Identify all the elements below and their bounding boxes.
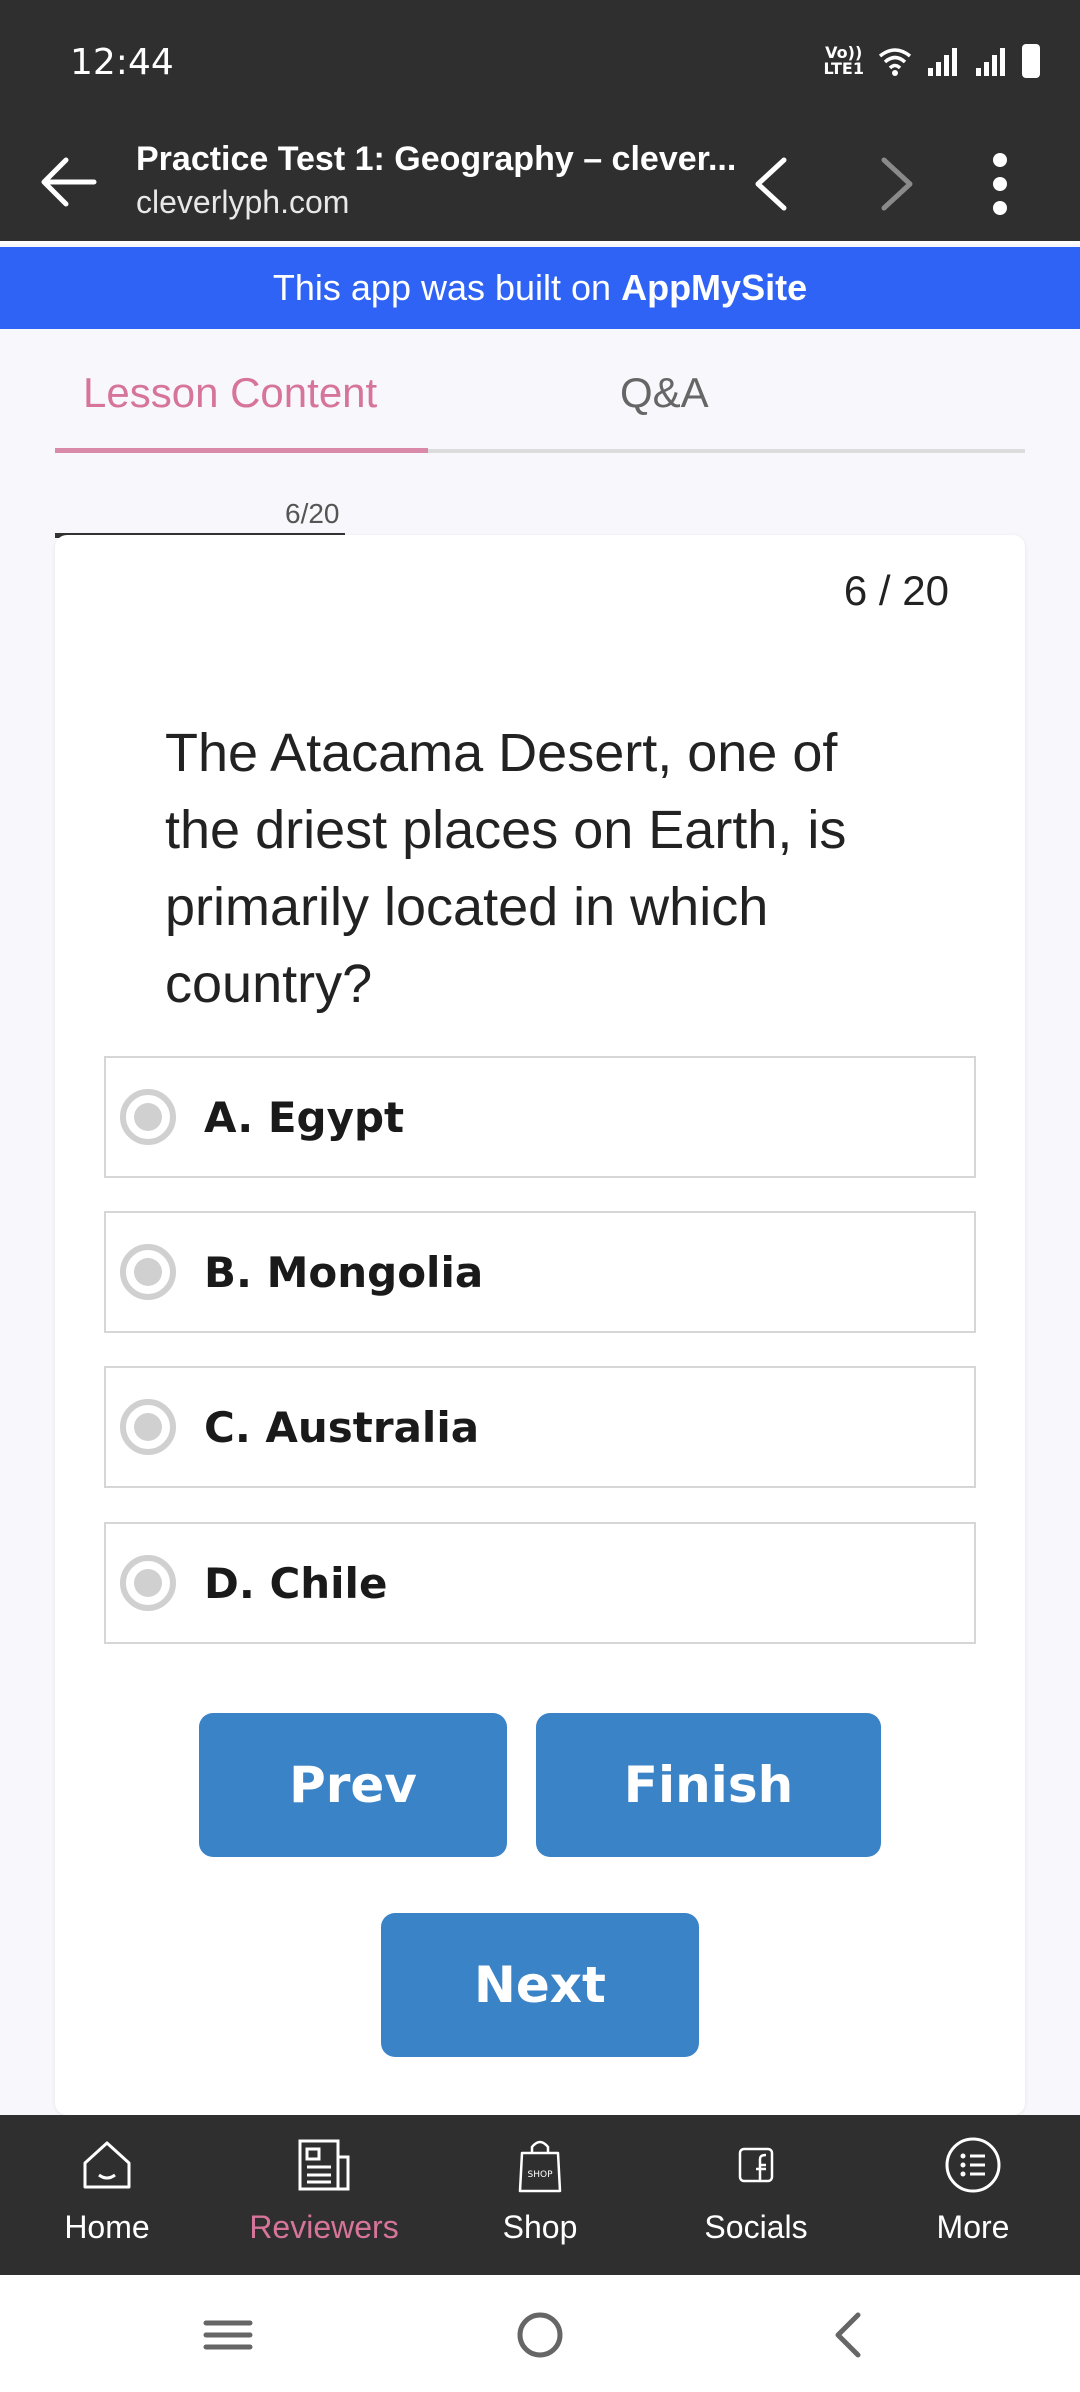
question-counter: 6 / 20	[843, 567, 949, 614]
nav-item-more[interactable]: More	[873, 2135, 1073, 2246]
nav-label: More	[936, 2209, 1010, 2245]
nav-item-reviewers[interactable]: Reviewers	[224, 2135, 424, 2246]
more-options-icon[interactable]	[982, 150, 1018, 218]
quiz-progress: 6/20	[55, 498, 345, 538]
finish-button[interactable]: Finish	[536, 1713, 881, 1857]
nav-label: Shop	[502, 2209, 578, 2245]
home-icon	[83, 2141, 131, 2189]
nav-item-socials[interactable]: Socials	[656, 2135, 856, 2246]
newspaper-icon	[298, 2139, 350, 2191]
status-icons: Vo)) LTE1	[823, 44, 1040, 78]
wifi-icon	[878, 48, 912, 76]
status-time: 12:44	[70, 42, 174, 83]
option-c[interactable]: C. Australia	[104, 1366, 976, 1488]
list-icon	[945, 2137, 1001, 2193]
option-label: B. Mongolia	[204, 1247, 484, 1297]
page-url: cleverlyph.com	[136, 184, 350, 220]
svg-text:SHOP: SHOP	[528, 2170, 554, 2180]
radio-icon[interactable]	[120, 1399, 176, 1455]
next-button[interactable]: Next	[381, 1913, 699, 2057]
system-back-icon[interactable]	[820, 2305, 880, 2365]
chevron-right-icon[interactable]	[872, 154, 922, 214]
back-arrow-icon[interactable]	[36, 150, 100, 214]
recent-apps-icon[interactable]	[198, 2305, 258, 2365]
tab-underline-active	[55, 448, 428, 453]
radio-icon[interactable]	[120, 1089, 176, 1145]
appmysite-banner: This app was built on AppMySite	[0, 247, 1080, 329]
browser-bar: Practice Test 1: Geography – clever... c…	[0, 128, 1080, 244]
nav-item-home[interactable]: Home	[7, 2135, 207, 2246]
battery-icon	[1022, 44, 1040, 78]
tab-qa[interactable]: Q&A	[620, 369, 709, 417]
nav-label: Socials	[704, 2209, 808, 2245]
banner-text: This app was built on	[272, 267, 612, 308]
option-a[interactable]: A. Egypt	[104, 1056, 976, 1178]
volte-icon: Vo)) LTE1	[823, 43, 864, 78]
system-nav-bar	[0, 2275, 1080, 2392]
progress-label: 6/20	[285, 498, 340, 529]
nav-label: Home	[64, 2209, 150, 2245]
bottom-nav: Home Reviewers SHOP Shop Socials More	[0, 2115, 1080, 2275]
signal-icon-2	[976, 48, 1005, 76]
home-circle-icon[interactable]	[510, 2305, 570, 2365]
banner-brand: AppMySite	[621, 267, 808, 308]
nav-item-shop[interactable]: SHOP Shop	[440, 2135, 640, 2246]
facebook-icon	[738, 2147, 774, 2183]
status-bar: 12:44 Vo)) LTE1	[0, 0, 1080, 128]
page-title: Practice Test 1: Geography – clever...	[136, 140, 736, 178]
option-label: C. Australia	[204, 1402, 480, 1452]
question-text: The Atacama Desert, one of the driest pl…	[165, 723, 847, 1014]
signal-icon	[928, 48, 957, 76]
prev-button[interactable]: Prev	[199, 1713, 507, 1857]
chevron-left-icon[interactable]	[746, 154, 796, 214]
option-d[interactable]: D. Chile	[104, 1522, 976, 1644]
tab-bar: Lesson Content Q&A	[55, 329, 1025, 453]
option-label: D. Chile	[204, 1558, 388, 1608]
option-b[interactable]: B. Mongolia	[104, 1211, 976, 1333]
radio-icon[interactable]	[120, 1555, 176, 1611]
shop-bag-icon: SHOP	[518, 2140, 562, 2193]
tab-lesson-content[interactable]: Lesson Content	[83, 369, 377, 417]
nav-label: Reviewers	[249, 2209, 399, 2245]
option-label: A. Egypt	[204, 1092, 405, 1142]
quiz-card: 6 / 20 The Atacama Desert, one of the dr…	[55, 535, 1025, 2115]
radio-icon[interactable]	[120, 1244, 176, 1300]
